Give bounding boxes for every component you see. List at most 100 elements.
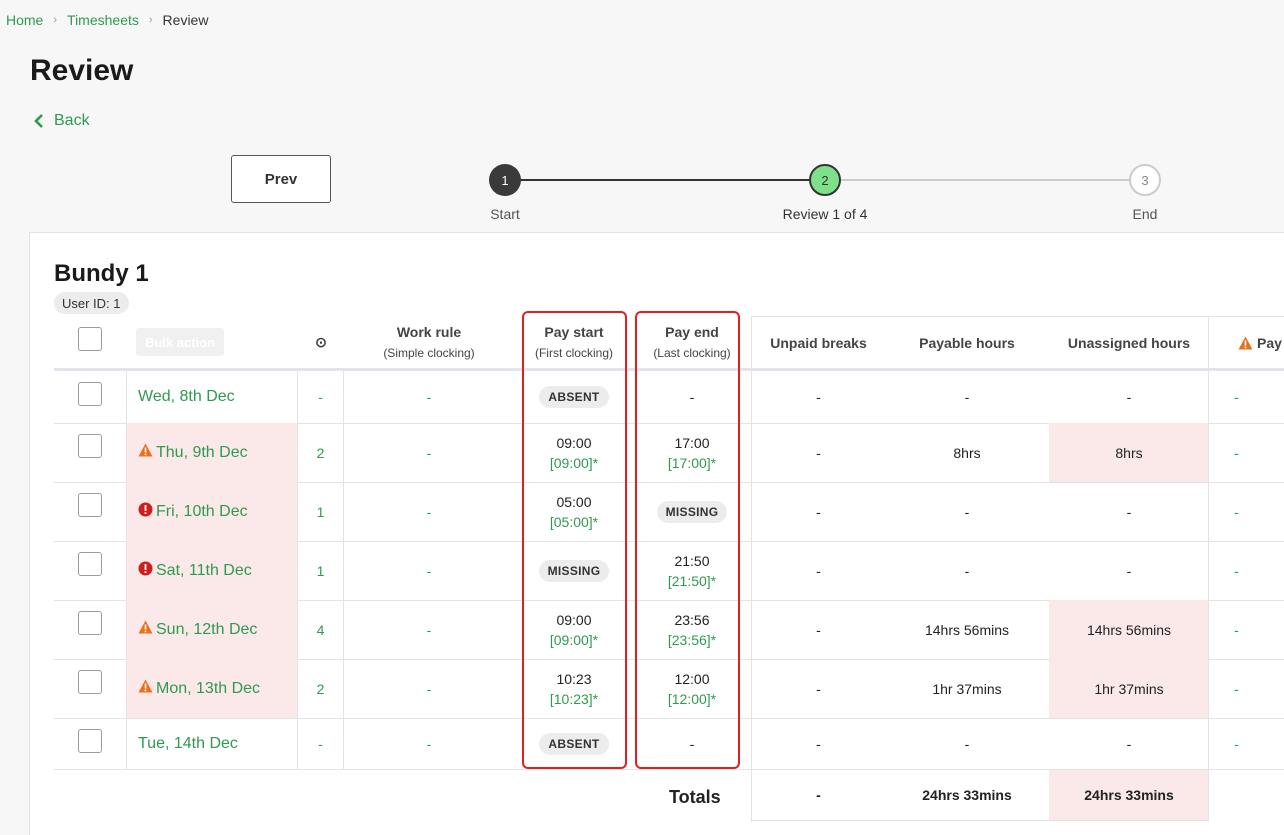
header-pay-end[interactable]: Pay end (Last clocking) (636, 324, 748, 360)
row-pay[interactable]: - (1209, 659, 1264, 718)
row-payable-hours: - (885, 541, 1049, 600)
row-clocking-count[interactable]: 1 (298, 482, 343, 541)
stepper-line-done (520, 179, 812, 181)
row-pay-start[interactable]: 05:00 [05:00]* (524, 482, 624, 541)
row-work-rule-label: - (426, 680, 432, 697)
row-date[interactable]: Sat, 11th Dec (127, 541, 297, 600)
prev-button[interactable]: Prev (231, 155, 331, 203)
row-pay[interactable]: - (1209, 371, 1264, 423)
row-work-rule[interactable]: - (344, 659, 514, 718)
row-unassigned-hours: - (1049, 718, 1209, 769)
row-unassigned-hours-value: 1hr 37mins (1094, 680, 1164, 697)
chevron-right-icon: › (148, 14, 153, 26)
row-pay[interactable]: - (1209, 718, 1264, 769)
row-unpaid-breaks: - (752, 659, 885, 718)
row-date[interactable]: Tue, 14th Dec (127, 718, 297, 769)
row-date[interactable]: Fri, 10th Dec (127, 482, 297, 541)
breadcrumb-timesheets[interactable]: Timesheets (67, 12, 139, 28)
row-pay[interactable]: - (1209, 423, 1264, 482)
row-work-rule[interactable]: - (344, 600, 514, 659)
header-pay-end-label: Pay end (665, 324, 719, 340)
row-payable-hours-value: 8hrs (953, 444, 981, 461)
row-pay-end-clocking: [23:56]* (667, 631, 717, 648)
row-pay[interactable]: - (1209, 541, 1264, 600)
row-count-label: 4 (316, 621, 325, 638)
row-pay[interactable]: - (1209, 482, 1264, 541)
row-work-rule[interactable]: - (344, 482, 514, 541)
row-work-rule[interactable]: - (344, 423, 514, 482)
row-work-rule[interactable]: - (344, 718, 514, 769)
row-clocking-count[interactable]: - (298, 718, 343, 769)
row-date-label: Thu, 9th Dec (156, 443, 248, 461)
row-pay-start[interactable]: 09:00 [09:00]* (524, 600, 624, 659)
row-date-label: Sun, 12th Dec (156, 620, 258, 638)
row-pay-end[interactable]: 21:50 [21:50]* (636, 541, 748, 600)
row-work-rule[interactable]: - (344, 541, 514, 600)
row-unassigned-hours: - (1049, 541, 1209, 600)
header-work-rule[interactable]: Work rule (Simple clocking) (344, 324, 514, 360)
row-unassigned-hours-value: 8hrs (1115, 444, 1143, 461)
warning-icon (138, 443, 153, 462)
row-unpaid-breaks-value: - (816, 444, 821, 461)
row-pay-start[interactable]: MISSING (524, 541, 624, 600)
header-unassigned-hours[interactable]: Unassigned hours (1049, 335, 1209, 351)
row-pay-value: - (1234, 562, 1239, 579)
row-clocking-count[interactable]: 2 (298, 659, 343, 718)
row-date[interactable]: Thu, 9th Dec (127, 423, 297, 482)
row-pay-start[interactable]: ABSENT (524, 371, 624, 423)
row-checkbox[interactable] (78, 729, 102, 753)
row-pay-end[interactable]: 17:00 [17:00]* (636, 423, 748, 482)
row-date[interactable]: Sun, 12th Dec (127, 600, 297, 659)
row-pay-end[interactable]: MISSING (636, 482, 748, 541)
status-badge: ABSENT (539, 732, 609, 755)
row-pay-end[interactable]: 12:00 [12:00]* (636, 659, 748, 718)
row-unassigned-hours-value: 14hrs 56mins (1086, 621, 1172, 638)
row-checkbox[interactable] (78, 493, 102, 517)
row-unassigned-hours: 1hr 37mins (1049, 659, 1209, 718)
back-link[interactable]: Back (34, 112, 90, 130)
row-unassigned-hours: 8hrs (1049, 423, 1209, 482)
row-clocking-count[interactable]: 2 (298, 423, 343, 482)
divider (752, 820, 1209, 821)
row-pay-start[interactable]: 10:23 [10:23]* (524, 659, 624, 718)
row-payable-hours-value: - (964, 562, 970, 579)
status-badge: MISSING (538, 559, 610, 582)
row-date[interactable]: Wed, 8th Dec (127, 371, 297, 423)
row-pay-end[interactable]: 23:56 [23:56]* (636, 600, 748, 659)
row-unpaid-breaks-value: - (816, 562, 821, 579)
row-pay-end[interactable]: - (636, 371, 748, 423)
header-pay[interactable]: Pay (1238, 335, 1284, 351)
bulk-action-button[interactable]: Bulk action (136, 328, 224, 356)
row-pay[interactable]: - (1209, 600, 1264, 659)
header-pay-label: Pay (1257, 335, 1282, 351)
header-unpaid-breaks[interactable]: Unpaid breaks (752, 335, 885, 351)
row-checkbox[interactable] (78, 611, 102, 635)
breadcrumb-home[interactable]: Home (6, 12, 43, 28)
header-pay-start[interactable]: Pay start (First clocking) (524, 324, 624, 360)
row-pay-end[interactable]: - (636, 718, 748, 769)
totals-payable-hours: 24hrs 33mins (922, 787, 1012, 803)
row-pay-start-time: 05:00 (556, 493, 592, 510)
row-checkbox[interactable] (78, 382, 102, 406)
row-pay-start-time: 09:00 (556, 611, 592, 628)
row-date[interactable]: Mon, 13th Dec (127, 659, 297, 718)
row-clocking-count[interactable]: 4 (298, 600, 343, 659)
select-all-checkbox[interactable] (78, 327, 102, 351)
row-work-rule-label: - (426, 503, 432, 520)
row-count-label: 1 (316, 503, 325, 520)
row-pay-start-clocking: [05:00]* (549, 513, 599, 530)
row-clocking-count[interactable]: 1 (298, 541, 343, 600)
row-pay-start[interactable]: ABSENT (524, 718, 624, 769)
row-unpaid-breaks-value: - (816, 621, 821, 638)
header-work-rule-sub: (Simple clocking) (383, 346, 475, 360)
row-checkbox[interactable] (78, 434, 102, 458)
row-payable-hours: 8hrs (885, 423, 1049, 482)
header-payable-hours[interactable]: Payable hours (885, 335, 1049, 351)
row-pay-start[interactable]: 09:00 [09:00]* (524, 423, 624, 482)
row-clocking-count[interactable]: - (298, 371, 343, 423)
row-work-rule[interactable]: - (344, 371, 514, 423)
row-work-rule-label: - (426, 735, 432, 752)
row-checkbox[interactable] (78, 670, 102, 694)
row-checkbox[interactable] (78, 552, 102, 576)
step-2-circle: 2 (809, 164, 841, 196)
